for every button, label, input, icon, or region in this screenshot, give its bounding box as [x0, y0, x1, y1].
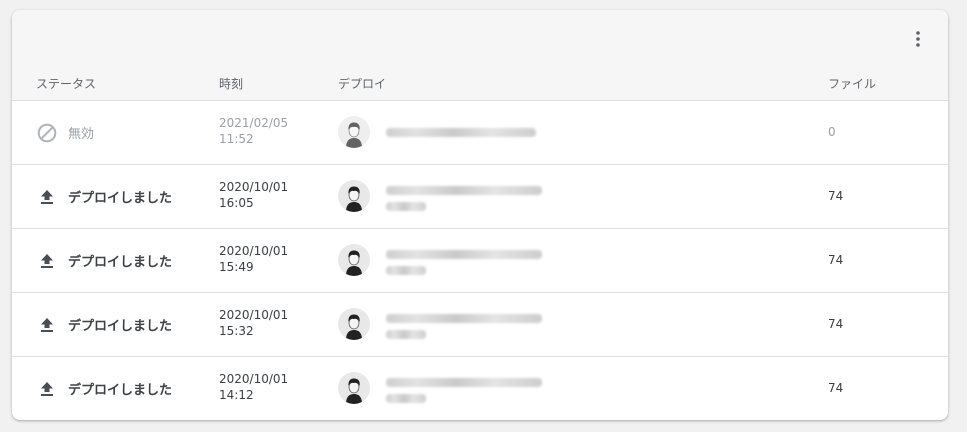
time-cell: 2020/10/01 14:12	[219, 371, 288, 403]
row-time: 14:12	[219, 388, 254, 402]
header-deploy[interactable]: デプロイ	[338, 74, 386, 94]
time-cell: 2020/10/01 16:05	[219, 179, 288, 211]
row-date: 2021/02/05	[219, 116, 289, 130]
row-time: 15:49	[219, 260, 254, 274]
table-header-row: ステータス 時刻 デプロイ ファイル	[12, 74, 948, 94]
release-history-card: ステータス 時刻 デプロイ ファイル 無効 2021/02/05 11:52 0…	[12, 10, 948, 420]
status-cell: デプロイしました	[36, 357, 172, 420]
status-cell: 無効	[36, 101, 94, 164]
time-cell: 2020/10/01 15:32	[219, 307, 288, 339]
avatar	[338, 372, 370, 404]
status-label: 無効	[68, 127, 95, 142]
header-status[interactable]: ステータス	[36, 74, 96, 94]
row-time: 16:05	[219, 196, 254, 210]
row-date: 2020/10/01	[219, 372, 289, 386]
status-label: デプロイしました	[68, 319, 173, 334]
deployer-info-redacted	[378, 237, 552, 283]
avatar	[338, 116, 370, 148]
deployer-info-redacted	[378, 301, 552, 347]
table-row[interactable]: デプロイしました 2020/10/01 15:49 74	[12, 229, 948, 293]
header-time[interactable]: 時刻	[219, 74, 243, 94]
deployer-info-redacted	[378, 109, 552, 155]
status-label: デプロイしました	[68, 383, 173, 398]
status-cell: デプロイしました	[36, 293, 172, 356]
status-label: デプロイしました	[68, 191, 173, 206]
block-icon	[36, 122, 58, 144]
upload-icon	[36, 314, 58, 336]
time-cell: 2021/02/05 11:52	[219, 115, 288, 147]
table-row[interactable]: 無効 2021/02/05 11:52 0	[12, 101, 948, 165]
row-date: 2020/10/01	[219, 308, 289, 322]
deployer-info-redacted	[378, 173, 552, 219]
avatar	[338, 308, 370, 340]
file-count: 74	[828, 317, 844, 331]
file-count: 74	[828, 189, 844, 203]
more-vert-icon[interactable]	[908, 27, 928, 51]
avatar	[338, 244, 370, 276]
file-count: 74	[828, 253, 844, 267]
table-body: 無効 2021/02/05 11:52 0 デプロイしました 2020/10/0…	[12, 101, 948, 420]
status-label: デプロイしました	[68, 255, 173, 270]
avatar	[338, 180, 370, 212]
card-header: ステータス 時刻 デプロイ ファイル	[12, 10, 948, 101]
row-date: 2020/10/01	[219, 244, 289, 258]
file-count: 0	[828, 125, 836, 139]
upload-icon	[36, 186, 58, 208]
table-row[interactable]: デプロイしました 2020/10/01 15:32 74	[12, 293, 948, 357]
row-time: 11:52	[219, 132, 254, 146]
table-row[interactable]: デプロイしました 2020/10/01 16:05 74	[12, 165, 948, 229]
upload-icon	[36, 250, 58, 272]
time-cell: 2020/10/01 15:49	[219, 243, 288, 275]
row-date: 2020/10/01	[219, 180, 289, 194]
table-row[interactable]: デプロイしました 2020/10/01 14:12 74	[12, 357, 948, 420]
row-time: 15:32	[219, 324, 254, 338]
header-files[interactable]: ファイル	[828, 74, 876, 94]
deployer-info-redacted	[378, 365, 552, 411]
file-count: 74	[828, 381, 844, 395]
status-cell: デプロイしました	[36, 229, 172, 292]
status-cell: デプロイしました	[36, 165, 172, 228]
upload-icon	[36, 378, 58, 400]
